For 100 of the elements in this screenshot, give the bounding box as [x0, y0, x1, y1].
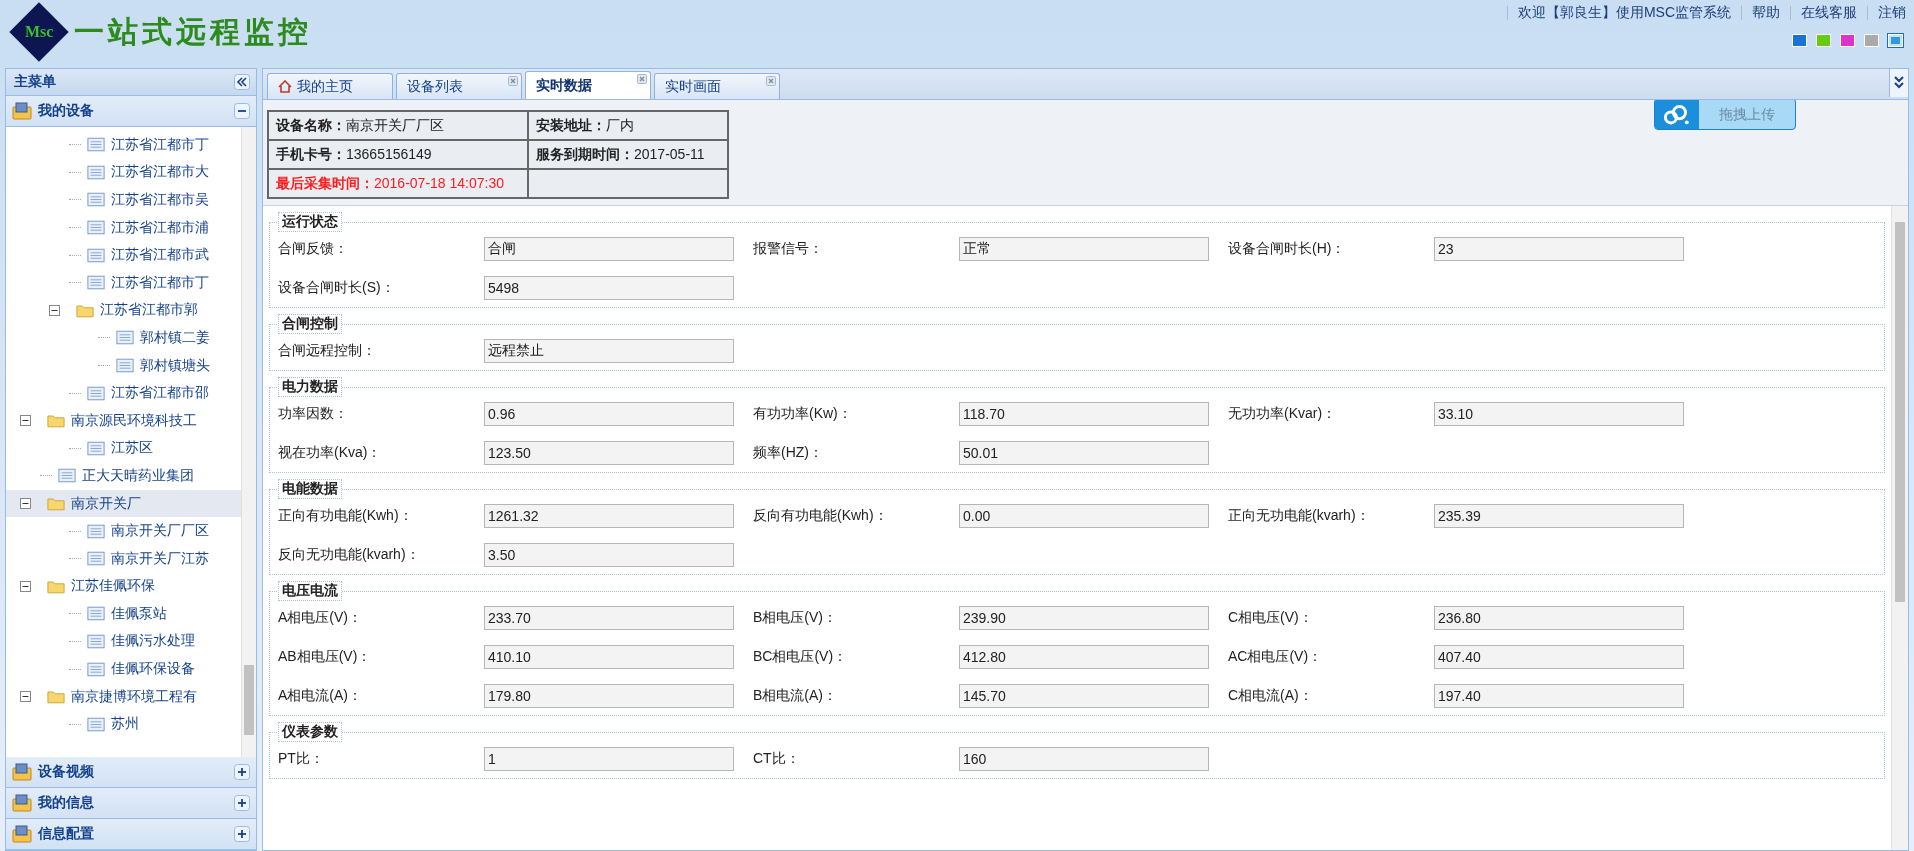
- field-label: C相电流(A)：: [1228, 687, 1314, 705]
- tree-item[interactable]: 佳佩污水处理: [6, 627, 241, 656]
- field-label: 无功功率(Kvar)：: [1228, 405, 1338, 423]
- field-label: 合闸反馈：: [278, 240, 349, 258]
- plus-icon[interactable]: [234, 826, 250, 842]
- tab[interactable]: 实时数据: [525, 71, 651, 99]
- input-field[interactable]: 23: [1434, 237, 1684, 261]
- minus-icon[interactable]: [20, 580, 31, 592]
- input-field[interactable]: 正常: [959, 237, 1209, 261]
- tree-item[interactable]: 江苏省江都市郭: [6, 296, 241, 325]
- tree-item[interactable]: 正大天晴药业集团: [6, 462, 241, 490]
- plus-icon[interactable]: [234, 795, 250, 811]
- list-icon: [87, 275, 105, 291]
- input-field[interactable]: 118.70: [959, 402, 1209, 426]
- input-field[interactable]: 412.80: [959, 645, 1209, 669]
- accordion-header[interactable]: 设备视频: [6, 757, 256, 788]
- input-field[interactable]: 236.80: [1434, 606, 1684, 630]
- input-field[interactable]: 179.80: [484, 684, 734, 708]
- accordion-title: 我的信息: [38, 794, 95, 812]
- input-field[interactable]: 160: [959, 747, 1209, 771]
- theme-swatch[interactable]: [1888, 34, 1903, 47]
- close-icon[interactable]: [637, 74, 647, 84]
- tree-item[interactable]: 南京开关厂厂区: [6, 517, 241, 545]
- input-field[interactable]: 1261.32: [484, 504, 734, 528]
- input-field[interactable]: 3.50: [484, 543, 734, 567]
- minus-icon[interactable]: [20, 691, 31, 703]
- tree-item[interactable]: 佳佩泵站: [6, 600, 241, 628]
- accordion-header[interactable]: 我的设备: [6, 96, 256, 127]
- accordion-header[interactable]: 信息配置: [6, 819, 256, 850]
- minus-icon[interactable]: [20, 415, 31, 427]
- theme-swatch[interactable]: [1816, 34, 1831, 47]
- section-title: 电能数据: [278, 479, 342, 499]
- tree-item[interactable]: 江苏省江都市大: [6, 158, 241, 187]
- input-field[interactable]: 410.10: [484, 645, 734, 669]
- tree-item[interactable]: 江苏省江都市丁: [6, 131, 241, 159]
- tree-item[interactable]: 苏州: [6, 710, 241, 739]
- double-chevron-left-icon[interactable]: [234, 74, 250, 90]
- field-label: B相电流(A)：: [753, 687, 838, 705]
- input-field[interactable]: 远程禁止: [484, 339, 734, 363]
- list-icon: [116, 330, 134, 346]
- close-icon[interactable]: [508, 76, 518, 86]
- input-field[interactable]: 235.39: [1434, 504, 1684, 528]
- double-chevron-down-icon[interactable]: [1889, 69, 1908, 97]
- tree-item[interactable]: 江苏省江都市丁: [6, 268, 241, 297]
- minus-icon[interactable]: [49, 304, 60, 316]
- folder-icon: [12, 102, 32, 120]
- tree-item[interactable]: 南京源民环境科技工: [6, 406, 241, 435]
- minus-icon[interactable]: [20, 498, 31, 509]
- header-link[interactable]: 注销: [1878, 4, 1906, 22]
- scrollbar[interactable]: [241, 127, 256, 757]
- tree-item[interactable]: 江苏省江都市武: [6, 241, 241, 269]
- header-link[interactable]: 欢迎【郭良生】使用MSC监管系统: [1517, 4, 1731, 22]
- header-link[interactable]: 帮助: [1752, 4, 1780, 22]
- tree-item[interactable]: 江苏区: [6, 434, 241, 463]
- input-field[interactable]: 233.70: [484, 606, 734, 630]
- input-field[interactable]: 33.10: [1434, 402, 1684, 426]
- list-icon: [87, 137, 105, 153]
- tab[interactable]: 设备列表: [396, 73, 522, 99]
- field-label: 反向无功电能(kvarh)：: [278, 546, 421, 564]
- input-field[interactable]: 407.40: [1434, 645, 1684, 669]
- tab[interactable]: 我的主页: [267, 73, 393, 99]
- field-label: AC相电压(V)：: [1228, 648, 1324, 666]
- tree-item[interactable]: 南京开关厂: [6, 489, 241, 518]
- input-field[interactable]: 0.00: [959, 504, 1209, 528]
- input-field[interactable]: 123.50: [484, 441, 734, 465]
- header-link[interactable]: 在线客服: [1801, 4, 1857, 22]
- input-field[interactable]: 50.01: [959, 441, 1209, 465]
- plus-icon[interactable]: [234, 764, 250, 780]
- tree-item[interactable]: 江苏省江都市吴: [6, 186, 241, 214]
- field-label: 有功功率(Kw)：: [753, 405, 853, 423]
- theme-swatch[interactable]: [1864, 34, 1879, 47]
- theme-swatch[interactable]: [1792, 34, 1807, 47]
- tree-item[interactable]: 佳佩环保设备: [6, 655, 241, 683]
- tree-item[interactable]: 江苏佳佩环保: [6, 572, 241, 601]
- input-field[interactable]: 1: [484, 747, 734, 771]
- input-field[interactable]: 145.70: [959, 684, 1209, 708]
- tree-item[interactable]: 南京开关厂江苏: [6, 544, 241, 573]
- tree-item[interactable]: 郭村镇二姜: [6, 324, 241, 352]
- accordion-header[interactable]: 我的信息: [6, 788, 256, 819]
- field-label: 设备合闸时长(H)：: [1228, 240, 1347, 258]
- input-field[interactable]: 0.96: [484, 402, 734, 426]
- scrollbar[interactable]: [1891, 206, 1908, 850]
- section-title: 电压电流: [278, 581, 342, 601]
- input-field[interactable]: 197.40: [1434, 684, 1684, 708]
- field-label: A相电压(V)：: [278, 609, 363, 627]
- input-field[interactable]: 239.90: [959, 606, 1209, 630]
- close-icon[interactable]: [766, 76, 776, 86]
- theme-swatch[interactable]: [1840, 34, 1855, 47]
- tree-item[interactable]: 江苏省江都市邵: [6, 379, 241, 407]
- minus-icon[interactable]: [234, 103, 250, 119]
- input-field[interactable]: 合闸: [484, 237, 734, 261]
- list-icon: [58, 468, 76, 484]
- menu-title: 主菜单: [14, 73, 56, 91]
- input-field[interactable]: 5498: [484, 276, 734, 300]
- tree-item[interactable]: 江苏省江都市浦: [6, 213, 241, 242]
- tab[interactable]: 实时画面: [654, 73, 780, 99]
- tree-item[interactable]: 南京捷博环境工程有: [6, 682, 241, 711]
- field-label: 频率(HZ)：: [753, 444, 824, 462]
- tree-item[interactable]: 郭村镇塘头: [6, 351, 241, 380]
- list-icon: [87, 164, 105, 180]
